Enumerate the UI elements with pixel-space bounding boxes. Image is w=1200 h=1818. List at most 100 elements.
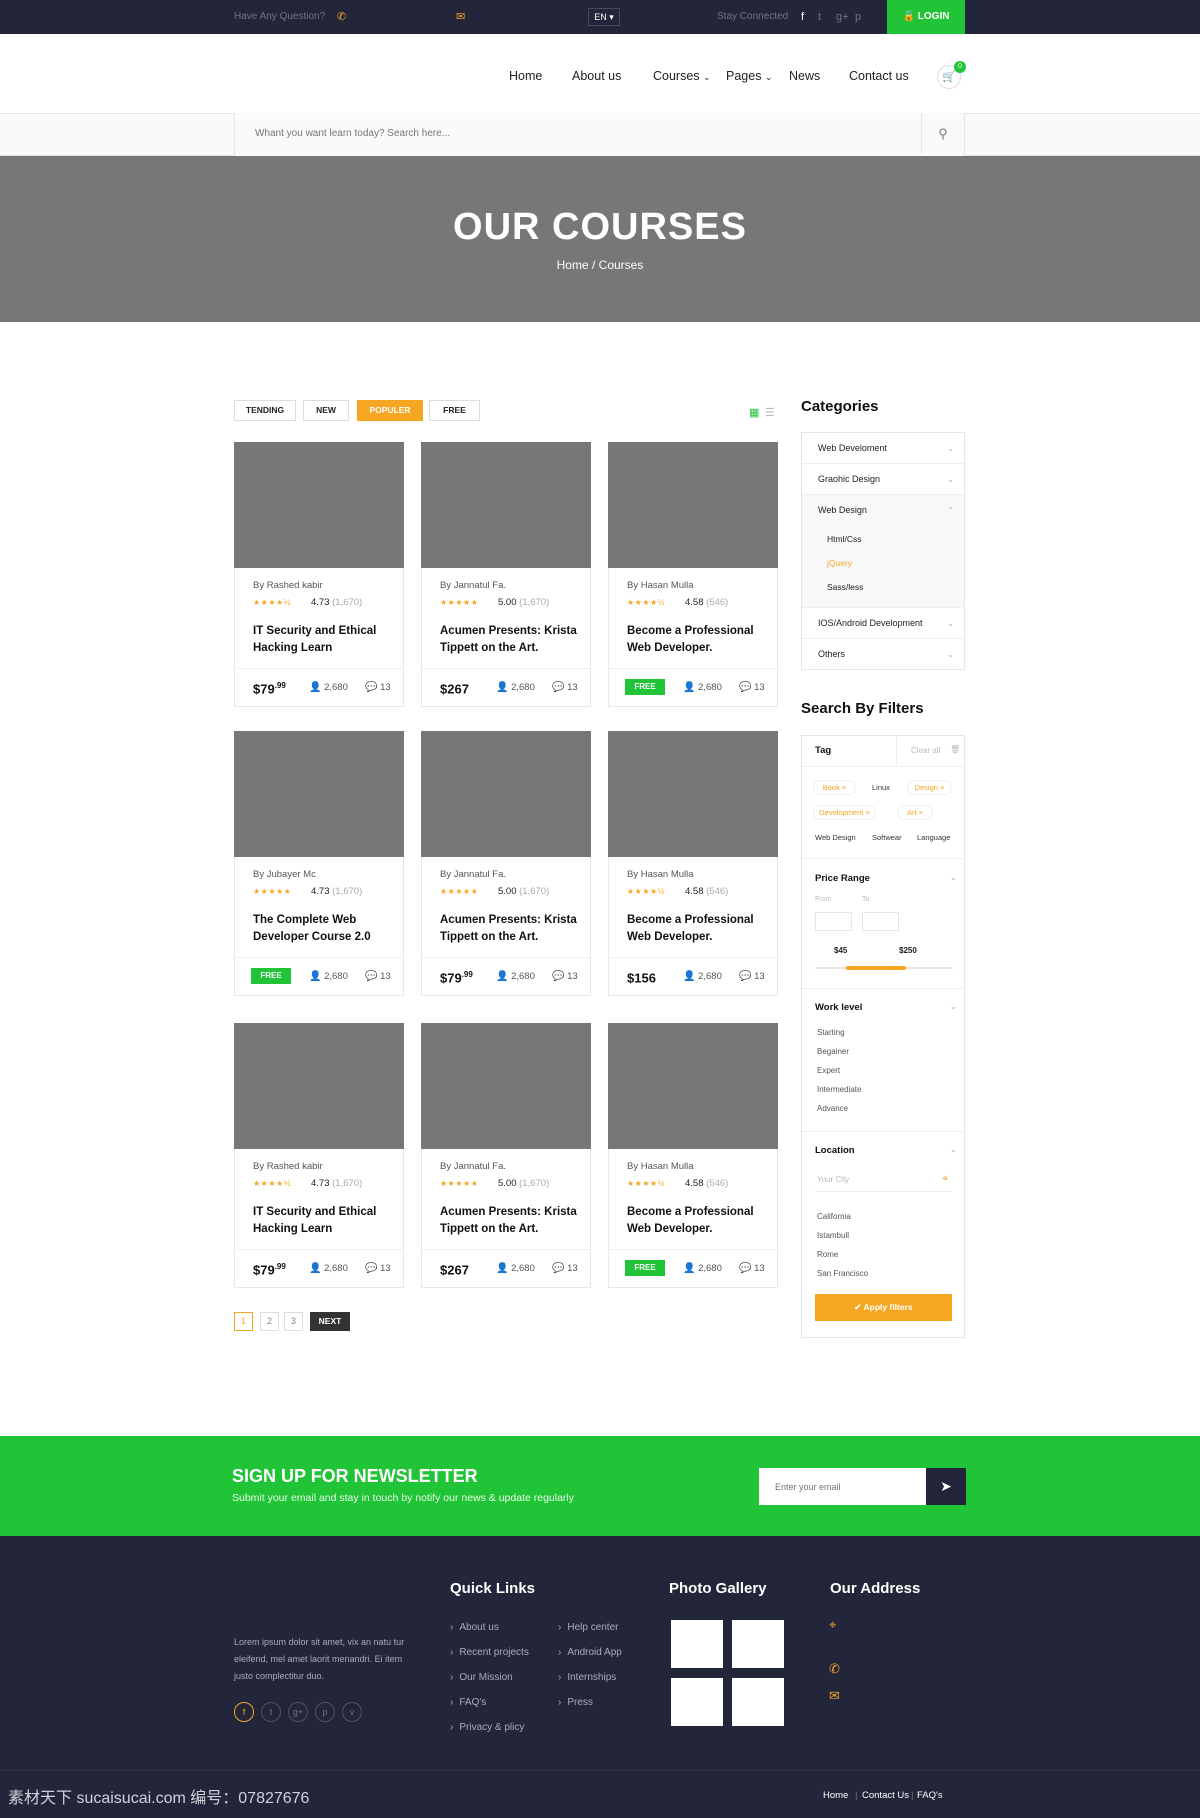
newsletter-email-input[interactable] bbox=[759, 1468, 926, 1505]
category-graphic-design[interactable]: Graohic Design ⌄ bbox=[802, 464, 964, 495]
course-card[interactable]: By Jannatul Fa. ★★★★★ 5.00 (1,670) Acumen P… bbox=[421, 442, 591, 707]
twitter-icon[interactable]: t bbox=[818, 10, 821, 24]
footer-link[interactable]: › About us bbox=[450, 1622, 499, 1633]
search-input[interactable] bbox=[255, 113, 905, 154]
google-plus-icon[interactable]: g+ bbox=[288, 1702, 308, 1722]
price-from-input[interactable] bbox=[815, 912, 852, 931]
search-icon[interactable]: ⚲ bbox=[921, 113, 964, 154]
city-california[interactable]: California bbox=[817, 1212, 851, 1221]
grid-view-icon[interactable]: ▦ bbox=[749, 408, 760, 419]
course-title[interactable]: Acumen Presents: Krista Tippett on the A… bbox=[440, 623, 580, 657]
category-web-design[interactable]: Web Design ⌃ Html/Css jQuery Sass/less bbox=[802, 495, 964, 608]
course-card[interactable]: By Hasan Mulla ★★★★½ 4.58 (546) Become a Pr… bbox=[608, 731, 778, 996]
tag-chip-design[interactable]: Design × bbox=[907, 780, 952, 795]
gallery-photo[interactable] bbox=[671, 1678, 723, 1726]
work-level-advance[interactable]: Advance bbox=[817, 1104, 848, 1113]
tag-chip-development[interactable]: Development × bbox=[813, 805, 876, 820]
work-level-beginner[interactable]: Begainer bbox=[817, 1047, 849, 1056]
nav-about[interactable]: About us bbox=[572, 68, 621, 84]
gallery-photo[interactable] bbox=[671, 1620, 723, 1668]
course-title[interactable]: Become a Professional Web Developer. bbox=[627, 623, 767, 657]
subcategory-jquery[interactable]: jQuery bbox=[827, 557, 852, 569]
course-card[interactable]: By Rashed kabir ★★★★½ 4.73 (1,670) IT Secur… bbox=[234, 442, 404, 707]
course-title[interactable]: The Complete Web Developer Course 2.0 bbox=[253, 912, 393, 946]
chevron-down-icon[interactable]: ⌄ bbox=[950, 873, 957, 882]
course-title[interactable]: Become a Professional Web Developer. bbox=[627, 912, 767, 946]
tag-softwear[interactable]: Softwear bbox=[872, 833, 902, 842]
work-level-starting[interactable]: Starting bbox=[817, 1028, 845, 1037]
course-thumbnail[interactable] bbox=[421, 442, 591, 568]
pinterest-icon[interactable]: p bbox=[855, 10, 861, 24]
course-thumbnail[interactable] bbox=[608, 442, 778, 568]
tag-language[interactable]: Language bbox=[917, 833, 950, 842]
facebook-icon[interactable]: f bbox=[801, 10, 804, 24]
apply-filters-button[interactable]: ✔ Apply filters bbox=[815, 1294, 952, 1321]
tab-popular[interactable]: POPULER bbox=[357, 400, 423, 421]
tag-web-design[interactable]: Web Design bbox=[815, 833, 856, 842]
page-3-button[interactable]: 3 bbox=[284, 1312, 303, 1331]
footer-link[interactable]: › Internships bbox=[558, 1672, 616, 1683]
course-card[interactable]: By Jannatul Fa. ★★★★★ 5.00 (1,670) Acumen P… bbox=[421, 1023, 591, 1288]
google-plus-icon[interactable]: g+ bbox=[836, 10, 849, 24]
price-to-input[interactable] bbox=[862, 912, 899, 931]
category-others[interactable]: Others ⌄ bbox=[802, 639, 964, 670]
nav-home[interactable]: Home bbox=[509, 68, 542, 84]
chevron-down-icon[interactable]: ⌄ bbox=[950, 1145, 957, 1154]
course-title[interactable]: Become a Professional Web Developer. bbox=[627, 1204, 767, 1238]
course-card[interactable]: By Rashed kabir ★★★★½ 4.73 (1,670) IT Secur… bbox=[234, 1023, 404, 1288]
work-level-intermediate[interactable]: Intermediate bbox=[817, 1085, 861, 1094]
footer-link[interactable]: › Help center bbox=[558, 1622, 618, 1633]
course-thumbnail[interactable] bbox=[421, 731, 591, 857]
course-thumbnail[interactable] bbox=[421, 1023, 591, 1149]
footer-link[interactable]: › Privacy & plicy bbox=[450, 1722, 524, 1733]
course-title[interactable]: Acumen Presents: Krista Tippett on the A… bbox=[440, 1204, 580, 1238]
vimeo-icon[interactable]: v bbox=[342, 1702, 362, 1722]
city-san-francisco[interactable]: San Francisco bbox=[817, 1269, 868, 1278]
city-rome[interactable]: Rome bbox=[817, 1250, 838, 1259]
clear-all-button[interactable]: Clear all bbox=[911, 746, 940, 755]
footer-link-home[interactable]: Home bbox=[823, 1790, 848, 1801]
footer-link[interactable]: › Press bbox=[558, 1697, 593, 1708]
course-thumbnail[interactable] bbox=[608, 1023, 778, 1149]
gallery-photo[interactable] bbox=[732, 1678, 784, 1726]
tag-linux[interactable]: Linux bbox=[872, 783, 890, 792]
nav-news[interactable]: News bbox=[789, 68, 820, 84]
language-select[interactable]: EN ▾ bbox=[588, 8, 620, 26]
gallery-photo[interactable] bbox=[732, 1620, 784, 1668]
subcategory-sass-less[interactable]: Sass/less bbox=[827, 581, 863, 593]
footer-link[interactable]: › Our Mission bbox=[450, 1672, 513, 1683]
course-title[interactable]: Acumen Presents: Krista Tippett on the A… bbox=[440, 912, 580, 946]
nav-courses[interactable]: Courses ⌄ bbox=[653, 68, 711, 85]
trash-icon[interactable]: 🗑 bbox=[950, 745, 960, 754]
subcategory-html-css[interactable]: Html/Css bbox=[827, 533, 861, 545]
nav-pages[interactable]: Pages ⌄ bbox=[726, 68, 772, 85]
nav-contact[interactable]: Contact us bbox=[849, 68, 909, 84]
city-input[interactable]: Your City bbox=[817, 1175, 849, 1184]
course-title[interactable]: IT Security and Ethical Hacking Learn bbox=[253, 1204, 393, 1238]
tag-chip-art[interactable]: Art × bbox=[897, 805, 933, 820]
footer-link[interactable]: › Android App bbox=[558, 1647, 622, 1658]
page-2-button[interactable]: 2 bbox=[260, 1312, 279, 1331]
course-thumbnail[interactable] bbox=[234, 442, 404, 568]
course-card[interactable]: By Hasan Mulla ★★★★½ 4.58 (546) Become a Pr… bbox=[608, 442, 778, 707]
price-slider-range[interactable] bbox=[846, 966, 906, 970]
breadcrumb[interactable]: Home / Courses bbox=[0, 258, 1200, 272]
work-level-expert[interactable]: Expert bbox=[817, 1066, 840, 1075]
course-card[interactable]: By Hasan Mulla ★★★★½ 4.58 (546) Become a Pr… bbox=[608, 1023, 778, 1288]
footer-link-contact[interactable]: Contact Us bbox=[862, 1790, 909, 1801]
course-card[interactable]: By Jannatul Fa. ★★★★★ 5.00 (1,670) Acumen P… bbox=[421, 731, 591, 996]
next-page-button[interactable]: NEXT bbox=[310, 1312, 350, 1331]
tab-free[interactable]: FREE bbox=[429, 400, 480, 421]
footer-link-faq[interactable]: FAQ's bbox=[917, 1790, 943, 1801]
category-web-development[interactable]: Web Develoment ⌄ bbox=[802, 433, 964, 464]
course-thumbnail[interactable] bbox=[234, 1023, 404, 1149]
city-istambull[interactable]: Istambull bbox=[817, 1231, 849, 1240]
twitter-icon[interactable]: t bbox=[261, 1702, 281, 1722]
login-button[interactable]: 🔒 LOGIN bbox=[887, 0, 965, 34]
footer-link[interactable]: › FAQ's bbox=[450, 1697, 486, 1708]
pinterest-icon[interactable]: p bbox=[315, 1702, 335, 1722]
chevron-down-icon[interactable]: ⌄ bbox=[950, 1002, 957, 1011]
tab-trending[interactable]: TENDING bbox=[234, 400, 296, 421]
facebook-icon[interactable]: f bbox=[234, 1702, 254, 1722]
course-title[interactable]: IT Security and Ethical Hacking Learn bbox=[253, 623, 393, 657]
